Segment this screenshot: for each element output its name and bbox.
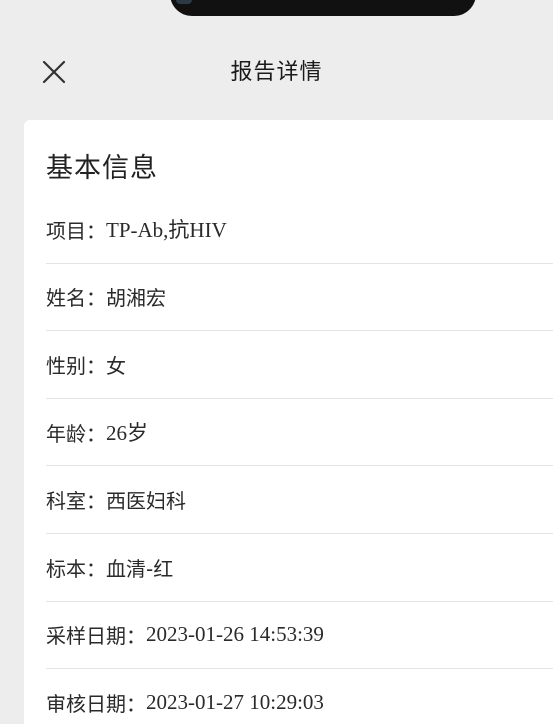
field-row-review-date: 审核日期： 2023-01-27 10:29:03: [46, 669, 553, 724]
field-value: 西医妇科: [106, 489, 186, 514]
nav-bar: 报告详情: [0, 34, 553, 106]
field-label: 年龄：: [46, 421, 106, 446]
field-value: 2023-01-26 14:53:39: [146, 622, 324, 647]
field-value: TP-Ab,抗HIV: [106, 218, 227, 243]
field-value: 2023-01-27 10:29:03: [146, 690, 324, 715]
field-row-sampling-date: 采样日期： 2023-01-26 14:53:39: [46, 602, 553, 670]
camera-icon: [176, 0, 192, 4]
field-label: 姓名：: [46, 286, 106, 311]
info-list: 项目： TP-Ab,抗HIV 姓名： 胡湘宏 性别： 女 年龄： 26岁 科室：…: [46, 196, 553, 724]
phone-notch: [170, 0, 476, 16]
field-value: 血清-红: [106, 556, 174, 581]
field-row-gender: 性别： 女: [46, 331, 553, 399]
field-value: 胡湘宏: [106, 286, 166, 311]
field-label: 审核日期：: [46, 692, 146, 717]
field-label: 标本：: [46, 556, 106, 581]
report-detail-screen: 报告详情 基本信息 项目： TP-Ab,抗HIV 姓名： 胡湘宏 性别： 女 年…: [0, 0, 553, 724]
field-row-name: 姓名： 胡湘宏: [46, 264, 553, 332]
field-value: 女: [106, 353, 126, 378]
field-row-department: 科室： 西医妇科: [46, 466, 553, 534]
field-value: 26岁: [106, 421, 148, 446]
field-label: 科室：: [46, 489, 106, 514]
basic-info-card: 基本信息 项目： TP-Ab,抗HIV 姓名： 胡湘宏 性别： 女 年龄： 26…: [24, 120, 553, 724]
field-row-age: 年龄： 26岁: [46, 399, 553, 467]
field-row-specimen: 标本： 血清-红: [46, 534, 553, 602]
field-row-project: 项目： TP-Ab,抗HIV: [46, 196, 553, 264]
page-title: 报告详情: [230, 60, 323, 85]
field-label: 采样日期：: [46, 624, 146, 649]
field-label: 项目：: [46, 218, 106, 243]
field-label: 性别：: [46, 353, 106, 378]
section-title: 基本信息: [46, 153, 158, 184]
